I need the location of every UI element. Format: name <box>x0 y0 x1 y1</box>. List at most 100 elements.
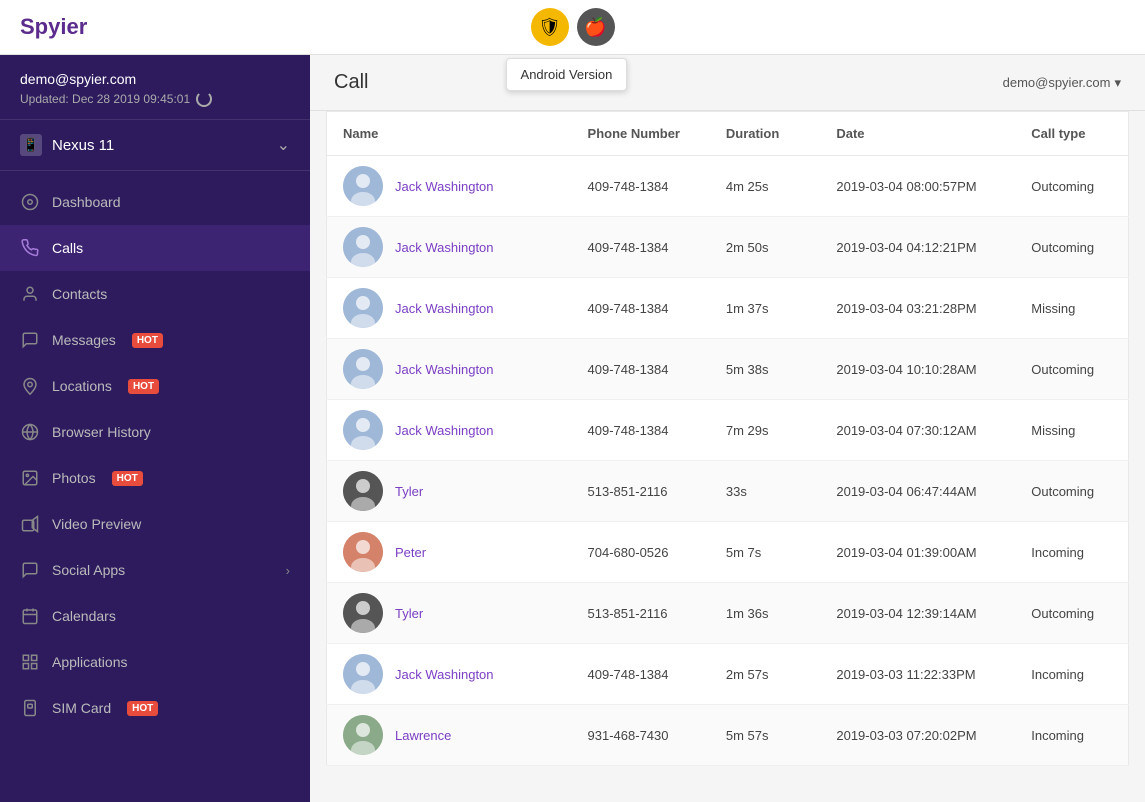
avatar <box>343 593 383 633</box>
cell-date: 2019-03-03 11:22:33PM <box>820 644 1015 705</box>
content-area: Call demo@spyier.com ▾ Name Phone Number… <box>310 55 1145 802</box>
contact-name: Jack Washington <box>395 301 494 316</box>
contact-name: Lawrence <box>395 728 451 743</box>
table-container: Name Phone Number Duration Date Call typ… <box>310 111 1145 802</box>
avatar <box>343 654 383 694</box>
cell-name: Tyler <box>327 461 572 522</box>
android-icon[interactable]: 🛡 <box>531 8 569 46</box>
header-user: demo@spyier.com ▾ <box>1003 75 1121 91</box>
sidebar-item-label: Social Apps <box>52 562 125 578</box>
content-header: Call demo@spyier.com ▾ <box>310 55 1145 111</box>
sidebar-item-social-apps[interactable]: Social Apps › <box>0 547 310 593</box>
cell-date: 2019-03-04 03:21:28PM <box>820 278 1015 339</box>
cell-date: 2019-03-04 10:10:28AM <box>820 339 1015 400</box>
sidebar-item-contacts[interactable]: Contacts <box>0 271 310 317</box>
cell-name: Jack Washington <box>327 644 572 705</box>
apple-icon[interactable]: 🍎 <box>577 8 615 46</box>
sidebar-item-label: Photos <box>52 470 96 486</box>
cell-date: 2019-03-04 08:00:57PM <box>820 156 1015 217</box>
sidebar: demo@spyier.com Updated: Dec 28 2019 09:… <box>0 55 310 802</box>
cell-duration: 4m 25s <box>710 156 821 217</box>
sidebar-item-sim-card[interactable]: SIM Card HOT <box>0 685 310 731</box>
cell-duration: 2m 50s <box>710 217 821 278</box>
avatar <box>343 288 383 328</box>
locations-icon <box>20 376 40 396</box>
contact-name: Tyler <box>395 606 423 621</box>
photos-icon <box>20 468 40 488</box>
avatar <box>343 715 383 755</box>
sidebar-email: demo@spyier.com <box>20 71 290 87</box>
sidebar-device[interactable]: 📱 Nexus 11 ⌄ <box>0 120 310 171</box>
cell-duration: 1m 36s <box>710 583 821 644</box>
top-bar: Spyier 🛡 🍎 Android Version <box>0 0 1145 55</box>
android-version-tooltip: Android Version <box>506 58 628 91</box>
cell-name: Jack Washington <box>327 217 572 278</box>
cell-calltype: Outcoming <box>1015 217 1128 278</box>
table-row: Peter 704-680-0526 5m 7s 2019-03-04 01:3… <box>327 522 1129 583</box>
page-title: Call <box>334 71 368 94</box>
sidebar-item-label: Browser History <box>52 424 151 440</box>
avatar <box>343 410 383 450</box>
cell-date: 2019-03-04 06:47:44AM <box>820 461 1015 522</box>
cell-phone: 409-748-1384 <box>572 644 710 705</box>
cell-calltype: Missing <box>1015 278 1128 339</box>
cell-phone: 409-748-1384 <box>572 156 710 217</box>
cell-date: 2019-03-04 01:39:00AM <box>820 522 1015 583</box>
cell-phone: 513-851-2116 <box>572 461 710 522</box>
cell-phone: 931-468-7430 <box>572 705 710 766</box>
cell-name: Jack Washington <box>327 400 572 461</box>
sim-card-icon <box>20 698 40 718</box>
contact-name: Jack Washington <box>395 179 494 194</box>
sidebar-item-locations[interactable]: Locations HOT <box>0 363 310 409</box>
cell-name: Jack Washington <box>327 156 572 217</box>
calls-table: Name Phone Number Duration Date Call typ… <box>326 111 1129 766</box>
refresh-icon[interactable] <box>196 91 212 107</box>
cell-duration: 5m 38s <box>710 339 821 400</box>
sidebar-item-dashboard[interactable]: Dashboard <box>0 179 310 225</box>
cell-calltype: Outcoming <box>1015 156 1128 217</box>
sidebar-item-calendars[interactable]: Calendars <box>0 593 310 639</box>
cell-calltype: Outcoming <box>1015 461 1128 522</box>
sidebar-item-photos[interactable]: Photos HOT <box>0 455 310 501</box>
table-row: Jack Washington 409-748-1384 2m 57s 2019… <box>327 644 1129 705</box>
table-row: Jack Washington 409-748-1384 7m 29s 2019… <box>327 400 1129 461</box>
contact-name: Jack Washington <box>395 240 494 255</box>
sidebar-item-label: Contacts <box>52 286 107 302</box>
col-phone: Phone Number <box>572 112 710 156</box>
sidebar-item-browser-history[interactable]: Browser History <box>0 409 310 455</box>
sidebar-item-applications[interactable]: Applications <box>0 639 310 685</box>
cell-name: Lawrence <box>327 705 572 766</box>
sidebar-item-video-preview[interactable]: Video Preview <box>0 501 310 547</box>
cell-calltype: Outcoming <box>1015 339 1128 400</box>
dashboard-icon <box>20 192 40 212</box>
avatar <box>343 532 383 572</box>
cell-name: Jack Washington <box>327 339 572 400</box>
app-logo: Spyier <box>20 14 87 40</box>
sidebar-item-label: Messages <box>52 332 116 348</box>
cell-phone: 513-851-2116 <box>572 583 710 644</box>
browser-history-icon <box>20 422 40 442</box>
contact-name: Tyler <box>395 484 423 499</box>
cell-name: Peter <box>327 522 572 583</box>
contact-name: Peter <box>395 545 426 560</box>
social-apps-icon <box>20 560 40 580</box>
hot-badge: HOT <box>127 701 158 716</box>
device-name-label: Nexus 11 <box>52 137 114 154</box>
cell-calltype: Incoming <box>1015 705 1128 766</box>
calls-icon <box>20 238 40 258</box>
chevron-down-icon: ⌄ <box>277 135 290 155</box>
sidebar-item-messages[interactable]: Messages HOT <box>0 317 310 363</box>
sidebar-item-label: Calls <box>52 240 83 256</box>
cell-date: 2019-03-04 12:39:14AM <box>820 583 1015 644</box>
table-row: Jack Washington 409-748-1384 2m 50s 2019… <box>327 217 1129 278</box>
cell-duration: 1m 37s <box>710 278 821 339</box>
contact-name: Jack Washington <box>395 667 494 682</box>
sidebar-item-calls[interactable]: Calls <box>0 225 310 271</box>
sidebar-item-label: Video Preview <box>52 516 141 532</box>
cell-calltype: Incoming <box>1015 522 1128 583</box>
cell-duration: 2m 57s <box>710 644 821 705</box>
table-row: Tyler 513-851-2116 1m 36s 2019-03-04 12:… <box>327 583 1129 644</box>
sidebar-item-label: Calendars <box>52 608 116 624</box>
sidebar-item-label: Dashboard <box>52 194 121 210</box>
cell-duration: 33s <box>710 461 821 522</box>
